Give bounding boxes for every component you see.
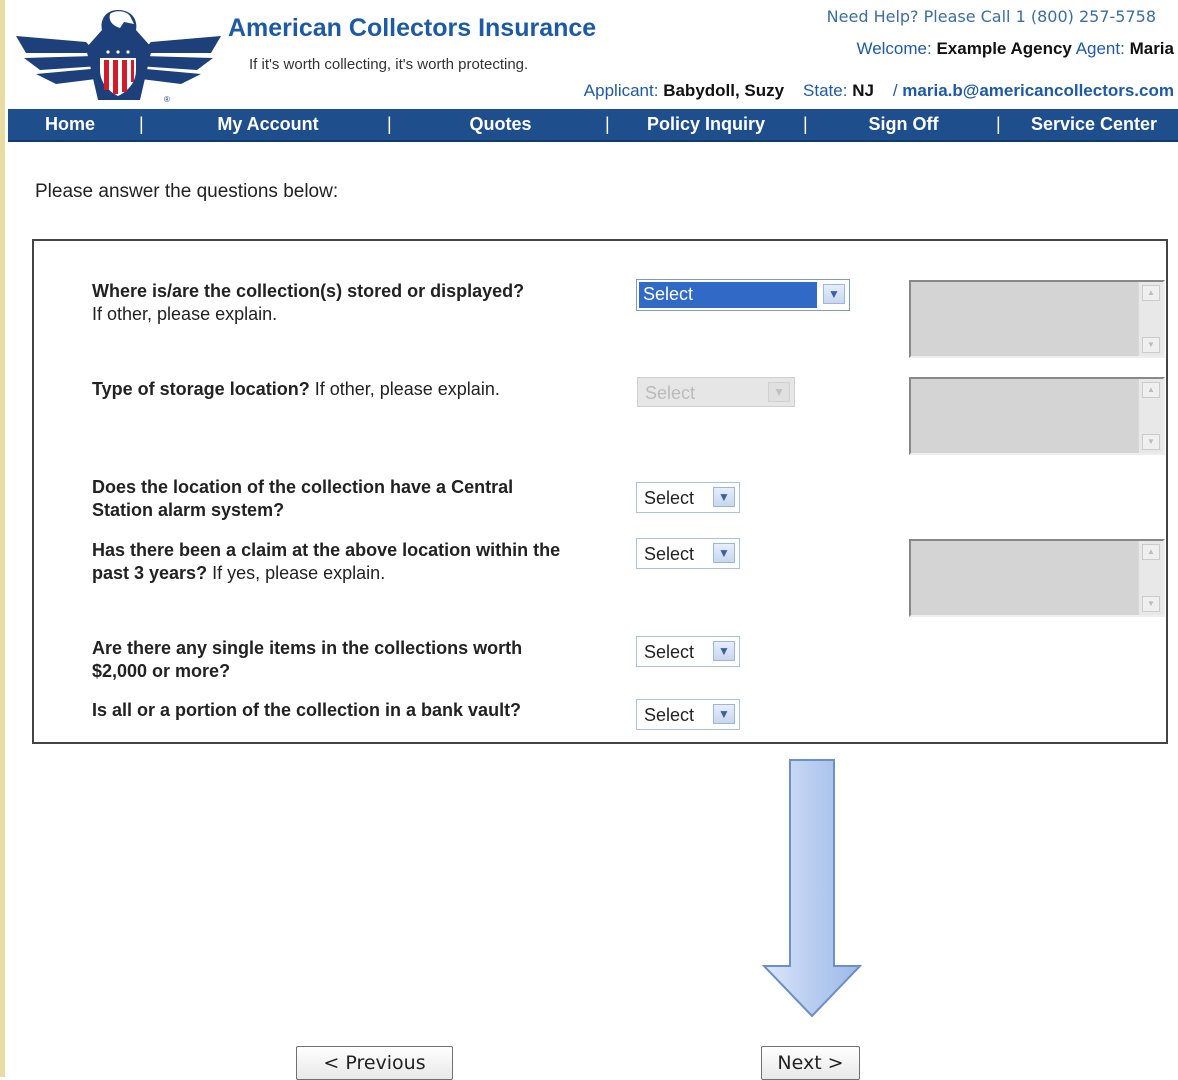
- question-hint: If other, please explain.: [92, 304, 278, 324]
- select-value: Select: [644, 705, 695, 725]
- nav-sign-off[interactable]: Sign Off: [851, 109, 956, 140]
- scroll-up-icon: ▲: [1142, 382, 1160, 398]
- nav-my-account[interactable]: My Account: [198, 109, 338, 140]
- agent-label: Agent:: [1075, 39, 1125, 58]
- select-value: Select: [644, 642, 695, 662]
- scroll-down-icon: ▼: [1142, 337, 1160, 353]
- help-phone: Need Help? Please Call 1 (800) 257-5758: [826, 7, 1156, 26]
- question-high-value-items: Are there any single items in the collec…: [92, 637, 562, 683]
- storage-place-explain-textarea[interactable]: ▲ ▼: [909, 280, 1165, 358]
- textarea-scrollbar: ▲ ▼: [1138, 282, 1163, 356]
- storage-type-explain-textarea[interactable]: ▲ ▼: [909, 377, 1165, 455]
- applicant-name: Babydoll, Suzy: [663, 81, 785, 100]
- down-arrow-icon: [761, 759, 863, 1018]
- applicant-info-line: Applicant: Babydoll, Suzy State: NJ / ma…: [584, 81, 1174, 101]
- question-text: Are there any single items in the collec…: [92, 638, 523, 681]
- intro-text: Please answer the questions below:: [35, 181, 339, 202]
- select-value: Select: [644, 544, 695, 564]
- question-storage-place: Where is/are the collection(s) stored or…: [92, 280, 592, 326]
- nav-separator: |: [387, 114, 392, 134]
- agency-name: Example Agency: [936, 39, 1072, 58]
- prior-claim-select[interactable]: Select ▼: [636, 538, 740, 569]
- alarm-system-select[interactable]: Select ▼: [636, 482, 740, 513]
- question-hint: If yes, please explain.: [212, 563, 386, 583]
- nav-separator: |: [605, 114, 610, 134]
- question-hint: If other, please explain.: [314, 379, 500, 399]
- bank-vault-select[interactable]: Select ▼: [636, 699, 740, 730]
- scroll-down-icon: ▼: [1142, 596, 1160, 612]
- nav-separator: |: [139, 114, 144, 134]
- chevron-down-icon: ▼: [713, 704, 735, 724]
- agent-name: Maria: [1129, 39, 1174, 58]
- chevron-down-icon: ▼: [823, 284, 845, 304]
- storage-place-select[interactable]: Select ▼: [636, 279, 850, 311]
- welcome-label: Welcome:: [856, 39, 932, 58]
- question-text: Does the location of the collection have…: [92, 477, 514, 520]
- chevron-down-icon: ▼: [713, 487, 735, 507]
- chevron-down-icon: ▼: [713, 543, 735, 563]
- email-prefix: /: [892, 81, 898, 100]
- nav-policy-inquiry[interactable]: Policy Inquiry: [636, 109, 776, 140]
- brand-tagline: If it's worth collecting, it's worth pro…: [249, 56, 529, 73]
- question-prior-claim: Has there been a claim at the above loca…: [92, 539, 592, 585]
- question-alarm-system: Does the location of the collection have…: [92, 476, 562, 522]
- question-text: Type of storage location?: [92, 379, 310, 399]
- nav-home[interactable]: Home: [30, 109, 110, 140]
- brand-name: American Collectors Insurance: [228, 14, 597, 42]
- question-storage-type: Type of storage location? If other, plea…: [92, 378, 612, 401]
- state-value: NJ: [852, 81, 874, 100]
- main-nav: Home | My Account | Quotes | Policy Inqu…: [8, 109, 1178, 142]
- chevron-down-icon: ▼: [768, 382, 790, 402]
- select-value: Select: [639, 282, 817, 308]
- question-text: Is all or a portion of the collection in…: [92, 700, 522, 720]
- textarea-scrollbar: ▲ ▼: [1138, 379, 1163, 453]
- textarea-scrollbar: ▲ ▼: [1138, 541, 1163, 615]
- eagle-shield-logo: ®: [16, 10, 221, 103]
- storage-type-select[interactable]: Select ▼: [637, 377, 795, 407]
- left-edge-strip: [0, 0, 5, 1077]
- select-value: Select: [644, 488, 695, 508]
- nav-separator: |: [803, 114, 808, 134]
- select-value: Select: [645, 383, 696, 403]
- next-button[interactable]: Next >: [761, 1046, 860, 1080]
- previous-button[interactable]: < Previous: [296, 1046, 453, 1080]
- agent-email-link[interactable]: maria.b@americancollectors.com: [902, 81, 1174, 100]
- welcome-line: Welcome: Example Agency Agent: Maria: [856, 39, 1174, 59]
- nav-service-center[interactable]: Service Center: [1020, 109, 1168, 140]
- scroll-up-icon: ▲: [1142, 285, 1160, 301]
- scroll-up-icon: ▲: [1142, 544, 1160, 560]
- question-bank-vault: Is all or a portion of the collection in…: [92, 699, 592, 722]
- high-value-items-select[interactable]: Select ▼: [636, 636, 740, 667]
- scroll-down-icon: ▼: [1142, 434, 1160, 450]
- chevron-down-icon: ▼: [713, 641, 735, 661]
- prior-claim-explain-textarea[interactable]: ▲ ▼: [909, 539, 1165, 617]
- svg-text:®: ®: [164, 95, 170, 103]
- nav-separator: |: [996, 114, 1001, 134]
- state-label: State:: [803, 81, 848, 100]
- questions-panel: Where is/are the collection(s) stored or…: [32, 239, 1168, 744]
- question-text: Where is/are the collection(s) stored or…: [92, 281, 525, 301]
- nav-quotes[interactable]: Quotes: [448, 109, 553, 140]
- applicant-label: Applicant:: [583, 81, 659, 100]
